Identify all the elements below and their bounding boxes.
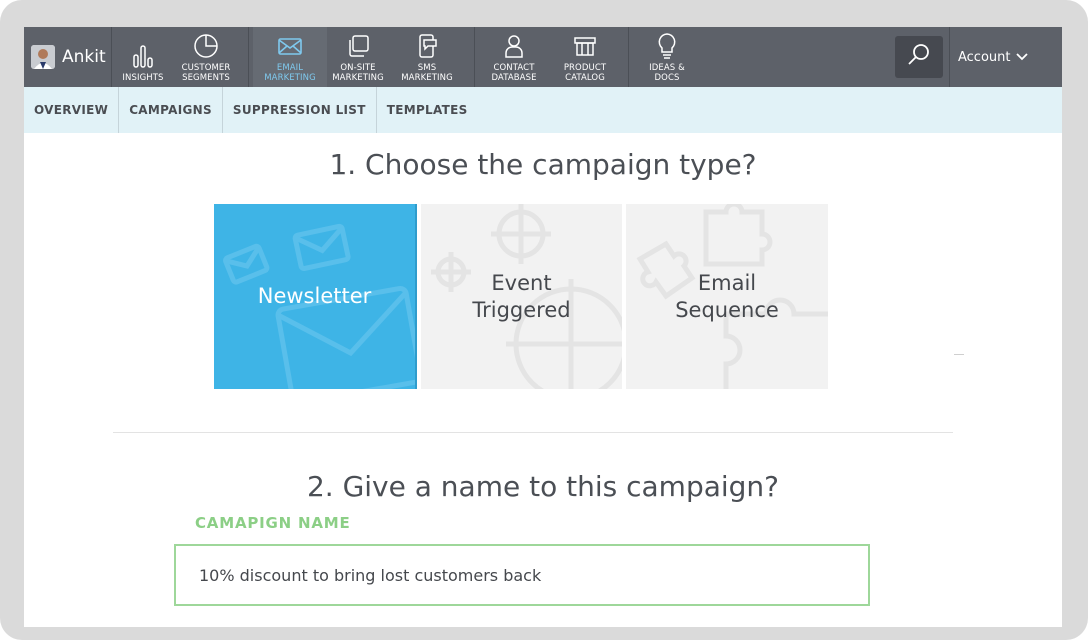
nav-item-product-catalog[interactable]: PRODUCT CATALOG — [548, 27, 622, 87]
nav-label: ON-SITE MARKETING — [332, 63, 384, 83]
layers-icon — [346, 32, 370, 60]
device-frame: Ankit INSIGHTS CUSTOMER SEGMENTS EMAIL M… — [0, 0, 1088, 640]
search-icon — [906, 42, 932, 72]
step1-question: 1. Choose the campaign type? — [329, 148, 757, 181]
section-divider — [113, 432, 953, 433]
envelope-icon — [277, 32, 303, 60]
nav-label: CUSTOMER SEGMENTS — [181, 63, 231, 83]
nav-label: PRODUCT CATALOG — [563, 63, 607, 83]
app-screen: Ankit INSIGHTS CUSTOMER SEGMENTS EMAIL M… — [24, 27, 1062, 627]
nav-item-sms-marketing[interactable]: SMS MARKETING — [390, 27, 464, 87]
campaign-type-newsletter[interactable]: Newsletter — [214, 204, 417, 389]
card-label: Newsletter — [257, 284, 372, 308]
subnav-overview[interactable]: OVERVIEW — [24, 87, 120, 133]
campaign-name-value: 10% discount to bring lost customers bac… — [199, 565, 542, 585]
user-brand[interactable]: Ankit — [24, 27, 112, 87]
nav-item-on-site-marketing[interactable]: ON-SITE MARKETING — [321, 27, 395, 87]
subnav-templates[interactable]: TEMPLATES — [377, 87, 478, 133]
top-navigation-bar: Ankit INSIGHTS CUSTOMER SEGMENTS EMAIL M… — [24, 27, 1062, 87]
campaign-type-event-triggered[interactable]: Event Triggered — [421, 204, 622, 389]
nav-label: CONTACT DATABASE — [491, 63, 537, 83]
chevron-down-icon — [1015, 53, 1028, 61]
pie-chart-icon — [193, 32, 219, 60]
nav-item-email-marketing[interactable]: EMAIL MARKETING — [253, 27, 327, 87]
avatar — [31, 45, 55, 69]
account-menu[interactable]: Account — [958, 27, 1028, 87]
step2-question: 2. Give a name to this campaign? — [306, 470, 780, 503]
box-icon — [573, 32, 597, 60]
nav-label: EMAIL MARKETING — [264, 63, 316, 83]
nav-label: IDEAS & DOCS — [649, 63, 685, 83]
campaign-type-email-sequence[interactable]: Email Sequence — [626, 204, 828, 389]
subnav-suppression-list[interactable]: SUPPRESSION LIST — [223, 87, 377, 133]
search-button[interactable] — [895, 36, 943, 78]
nav-item-contact-database[interactable]: CONTACT DATABASE — [477, 27, 551, 87]
account-label: Account — [958, 49, 1011, 65]
mobile-icon — [416, 32, 438, 60]
person-icon — [503, 32, 525, 60]
nav-item-customer-segments[interactable]: CUSTOMER SEGMENTS — [169, 27, 243, 87]
bar-chart-icon — [132, 42, 154, 70]
lightbulb-icon — [656, 32, 678, 60]
campaign-name-label: CAMAPIGN NAME — [195, 514, 351, 532]
campaign-name-input[interactable]: 10% discount to bring lost customers bac… — [174, 544, 870, 606]
subnav-campaigns[interactable]: CAMPAIGNS — [119, 87, 223, 133]
nav-label: SMS MARKETING — [401, 63, 453, 83]
card-label: Email Sequence — [675, 270, 779, 322]
nav-item-ideas-docs[interactable]: IDEAS & DOCS — [630, 27, 704, 87]
card-label: Event Triggered — [472, 270, 571, 322]
sub-navigation: OVERVIEW CAMPAIGNS SUPPRESSION LIST TEMP… — [24, 87, 1062, 133]
user-name: Ankit — [62, 47, 106, 67]
